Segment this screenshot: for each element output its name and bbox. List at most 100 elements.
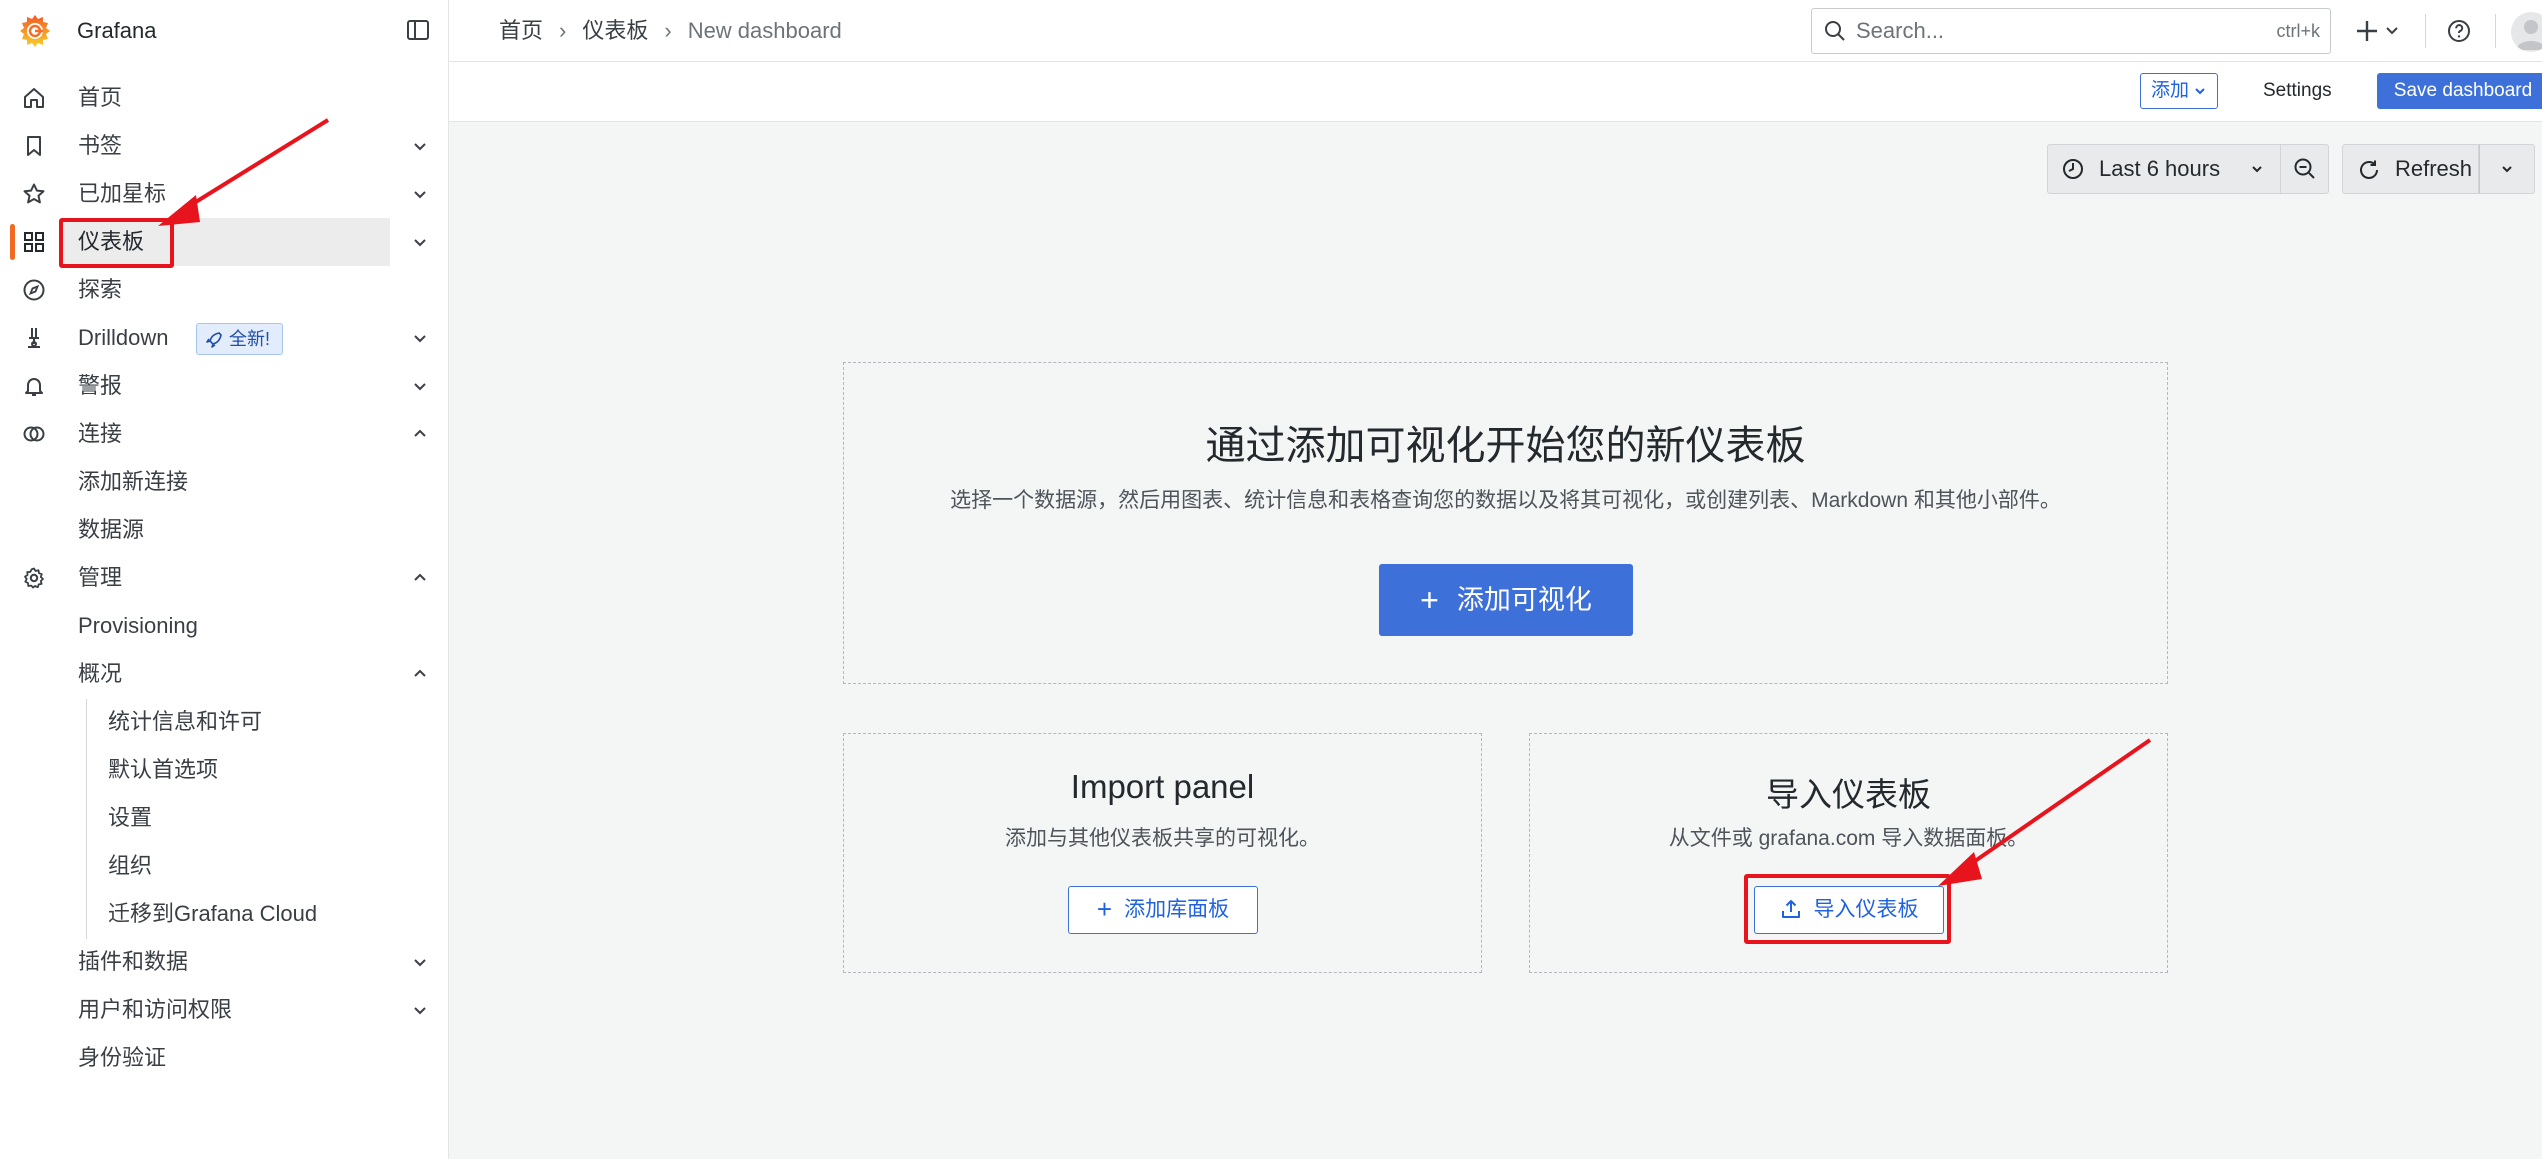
- clock-icon: [2063, 159, 2083, 179]
- time-range-picker[interactable]: Last 6 hours: [2047, 144, 2281, 194]
- refresh-icon: [2360, 160, 2378, 179]
- empty-dashboard-card: 通过添加可视化开始您的新仪表板 选择一个数据源，然后用图表、统计信息和表格查询您…: [843, 362, 2168, 684]
- compass-icon: [23, 279, 45, 301]
- zoom-out-icon: [2294, 158, 2315, 179]
- dock-menu-icon[interactable]: [406, 18, 430, 42]
- sidebar-item-migrate-to-cloud[interactable]: 迁移到Grafana Cloud: [0, 890, 449, 938]
- sidebar-item-label: 概况: [78, 661, 123, 686]
- sidebar-item-label: 插件和数据: [78, 949, 189, 974]
- user-icon: [2516, 20, 2542, 50]
- import-panel-description: 添加与其他仪表板共享的可视化。: [1005, 827, 1320, 850]
- sidebar-item-alerting[interactable]: 警报: [0, 362, 449, 410]
- chevron-down-icon[interactable]: [410, 328, 430, 348]
- sidebar-item-label: 统计信息和许可: [108, 709, 263, 734]
- sidebar-item-label: 组织: [108, 853, 153, 878]
- sidebar-item-label: 添加新连接: [78, 469, 189, 494]
- chevron-down-icon[interactable]: [410, 376, 430, 396]
- sidebar-item-authentication[interactable]: 身份验证: [0, 1034, 449, 1082]
- refresh-interval-dropdown[interactable]: [2479, 144, 2535, 194]
- sidebar-item-label: 书签: [78, 133, 123, 158]
- add-visualization-label: 添加可视化: [1456, 585, 1592, 615]
- chevron-down-icon[interactable]: [410, 232, 430, 252]
- save-dashboard-button[interactable]: Save dashboard: [2377, 73, 2542, 109]
- sidebar-item-label: Drilldown: [78, 325, 169, 350]
- add-label: 添加: [2151, 80, 2190, 101]
- time-range-label: Last 6 hours: [2099, 156, 2221, 181]
- sidebar-item-label: 身份验证: [78, 1045, 167, 1070]
- sidebar-item-label: Provisioning: [78, 613, 198, 638]
- chevron-up-icon[interactable]: [410, 568, 430, 588]
- breadcrumb-current: New dashboard: [687, 18, 842, 43]
- sidebar-item-label: 迁移到Grafana Cloud: [108, 901, 318, 926]
- sidebar-item-administration[interactable]: 管理: [0, 554, 449, 602]
- grafana-logo-icon[interactable]: [16, 12, 54, 50]
- sidebar-item-plugins-and-data[interactable]: 插件和数据: [0, 938, 449, 986]
- breadcrumb-home[interactable]: 首页: [499, 18, 543, 43]
- badge-label: 全新!: [229, 329, 271, 349]
- star-icon: [23, 183, 45, 204]
- add-library-panel-button[interactable]: + 添加库面板: [1068, 886, 1258, 934]
- sidebar-header: Grafana: [0, 0, 449, 62]
- plus-icon: +: [1420, 582, 1439, 618]
- sidebar-item-label: 连接: [78, 421, 123, 446]
- help-icon[interactable]: [2447, 19, 2471, 43]
- sidebar-item-add-new-connection[interactable]: 添加新连接: [0, 458, 449, 506]
- sidebar-item-connections[interactable]: 连接: [0, 410, 449, 458]
- sidebar-item-starred[interactable]: 已加星标: [0, 170, 449, 218]
- breadcrumb-separator: ›: [664, 18, 672, 43]
- sidebar-item-data-sources[interactable]: 数据源: [0, 506, 449, 554]
- home-icon: [24, 88, 44, 108]
- import-dashboard-description: 从文件或 grafana.com 导入数据面板。: [1668, 827, 2029, 850]
- highlight-box-import: [1744, 874, 1951, 944]
- sidebar-item-users-and-access[interactable]: 用户和访问权限: [0, 986, 449, 1034]
- sidebar-item-label: 探索: [78, 277, 123, 302]
- sidebar-item-drilldown[interactable]: Drilldown 全新!: [0, 314, 449, 362]
- sidebar-item-home[interactable]: 首页: [0, 74, 449, 122]
- chevron-down-icon: [2252, 166, 2262, 173]
- empty-state-description: 选择一个数据源，然后用图表、统计信息和表格查询您的数据以及将其可视化，或创建列表…: [950, 489, 2061, 512]
- link-icon: [23, 426, 45, 442]
- zoom-out-button[interactable]: [2281, 144, 2329, 194]
- search-input[interactable]: Search... ctrl+k: [1811, 8, 2331, 54]
- breadcrumb-dashboards[interactable]: 仪表板: [582, 18, 648, 43]
- sidebar-item-organizations[interactable]: 组织: [0, 842, 449, 890]
- gear-icon: [24, 567, 44, 589]
- sidebar-item-provisioning[interactable]: Provisioning: [0, 602, 449, 650]
- sidebar-item-explore[interactable]: 探索: [0, 266, 449, 314]
- refresh-button[interactable]: Refresh: [2342, 144, 2479, 194]
- chevron-up-icon[interactable]: [410, 424, 430, 444]
- active-indicator: [10, 224, 15, 260]
- highlight-box-dashboards: [59, 218, 174, 268]
- add-visualization-button[interactable]: + 添加可视化: [1379, 564, 1633, 636]
- sidebar-item-label: 用户和访问权限: [78, 997, 233, 1022]
- settings-button[interactable]: Settings: [2263, 73, 2332, 109]
- dashboard-action-bar: 添加 Settings Save dashboard: [449, 62, 2542, 122]
- top-bar: 首页 › 仪表板 › New dashboard Search... ctrl+k: [449, 0, 2542, 62]
- chevron-down-icon[interactable]: [410, 184, 430, 204]
- chevron-down-icon[interactable]: [410, 952, 430, 972]
- sidebar-item-bookmarks[interactable]: 书签: [0, 122, 449, 170]
- refresh-label: Refresh: [2395, 156, 2473, 181]
- sidebar-item-stats-and-license[interactable]: 统计信息和许可: [0, 698, 449, 746]
- chevron-down-icon[interactable]: [410, 136, 430, 156]
- sidebar-item-default-preferences[interactable]: 默认首选项: [0, 746, 449, 794]
- sidebar-item-label: 警报: [78, 373, 123, 398]
- empty-state-title: 通过添加可视化开始您的新仪表板: [1205, 424, 1806, 468]
- search-icon: [1825, 21, 1845, 41]
- bell-icon: [25, 378, 43, 396]
- sidebar-item-general[interactable]: 概况: [0, 650, 449, 698]
- import-dashboard-title: 导入仪表板: [1766, 776, 1931, 813]
- drilldown-icon: [28, 328, 40, 348]
- avatar[interactable]: [2511, 12, 2542, 52]
- apps-icon: [24, 232, 44, 252]
- chevron-down-icon[interactable]: [410, 1000, 430, 1020]
- add-dropdown-button[interactable]: 添加: [2140, 73, 2219, 109]
- import-panel-card: Import panel 添加与其他仪表板共享的可视化。 + 添加库面板: [843, 733, 1482, 973]
- new-menu-button[interactable]: [2357, 17, 2401, 45]
- new-badge: 全新!: [196, 323, 284, 355]
- chevron-up-icon[interactable]: [410, 664, 430, 684]
- sidebar-item-settings[interactable]: 设置: [0, 794, 449, 842]
- breadcrumb-separator: ›: [559, 18, 567, 43]
- import-panel-title: Import panel: [1070, 768, 1255, 805]
- sidebar-item-label: 数据源: [78, 517, 145, 542]
